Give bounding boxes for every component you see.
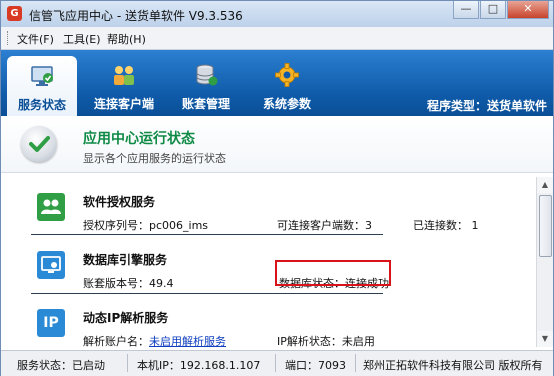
banner-title: 应用中心运行状态 (83, 131, 195, 147)
database-engine-icon (37, 251, 65, 279)
banner-subtitle: 显示各个应用服务的运行状态 (83, 152, 226, 165)
database-icon (196, 64, 218, 86)
enable-resolve-link[interactable]: 未启用解析服务 (149, 335, 226, 347)
scroll-down-arrow-icon[interactable]: ▼ (537, 331, 553, 347)
title-bar[interactable]: G 信管飞应用中心 - 送货单软件 V9.3.536 — □ ✕ (1, 1, 553, 27)
service-dynamic-ip: IP 动态IP解析服务 解析账户名：未启用解析服务 IP解析状态：未启用 (3, 301, 535, 347)
minimize-button[interactable]: — (453, 1, 479, 19)
statusbar-separator (355, 354, 356, 372)
max-clients: 可连接客户端数：3 (277, 219, 372, 232)
scroll-thumb[interactable] (539, 195, 552, 257)
ip-resolve-status: IP解析状态：未启用 (277, 335, 375, 347)
vertical-scrollbar[interactable]: ▲ ▼ (536, 177, 553, 347)
service-database: 数据库引擎服务 账套版本号：49.4 数据库状态：连接成功 (3, 243, 535, 299)
tab-label: 连接客户端 (93, 97, 154, 111)
header-toolbar: 服务状态 连接客户端 账套管理 系统参数 程序类型：送货单软件 (1, 50, 553, 116)
divider (31, 234, 383, 235)
tab-label: 系统参数 (262, 97, 311, 111)
tab-accounts[interactable]: 账套管理 (171, 50, 241, 116)
statusbar-separator (127, 354, 128, 372)
connected-count: 已连接数： 1 (413, 219, 479, 232)
gear-icon (275, 63, 299, 87)
service-title: 动态IP解析服务 (83, 311, 169, 325)
menu-tools[interactable]: 工具(E) (63, 31, 101, 47)
window-title: 信管飞应用中心 - 送货单软件 V9.3.536 (29, 9, 243, 23)
divider (31, 293, 383, 294)
tab-label: 账套管理 (181, 97, 230, 111)
maximize-button[interactable]: □ (480, 1, 506, 19)
tab-label: 服务状态 (17, 98, 66, 112)
tab-clients[interactable]: 连接客户端 (89, 50, 159, 116)
window-controls: — □ ✕ (452, 1, 549, 21)
service-state: 服务状态：已启动 (17, 359, 105, 372)
scroll-up-arrow-icon[interactable]: ▲ (537, 177, 553, 193)
highlight-box (275, 260, 391, 286)
status-bar: 服务状态：已启动 本机IP：192.168.1.107 端口：7093 郑州正拓… (1, 350, 553, 376)
resolve-account-label: 解析账户名： (83, 335, 149, 347)
menu-file[interactable]: 文件(F) (17, 31, 54, 47)
menu-grip (7, 31, 10, 45)
close-button[interactable]: ✕ (507, 1, 549, 19)
menu-help[interactable]: 帮助(H) (107, 31, 146, 47)
ip-icon: IP (37, 309, 65, 337)
tab-system-params[interactable]: 系统参数 (252, 50, 322, 116)
local-ip: 本机IP：192.168.1.107 (137, 359, 261, 372)
copyright: 郑州正拓软件科技有限公司 版权所有 (363, 359, 543, 372)
status-banner: 应用中心运行状态 显示各个应用服务的运行状态 (1, 116, 553, 173)
service-list[interactable]: 软件授权服务 授权序列号：pc006_ims 可连接客户端数：3 已连接数： 1… (3, 177, 535, 347)
service-title: 软件授权服务 (83, 195, 156, 209)
monitor-check-icon (31, 66, 53, 86)
menu-bar: 文件(F) 工具(E) 帮助(H) (1, 27, 553, 50)
app-logo-icon: G (7, 6, 22, 21)
service-license: 软件授权服务 授权序列号：pc006_ims 可连接客户端数：3 已连接数： 1 (3, 185, 535, 241)
check-icon (21, 126, 57, 162)
statusbar-separator (275, 354, 276, 372)
users-icon (114, 66, 134, 85)
port: 端口：7093 (285, 359, 346, 372)
group-users-icon (37, 193, 65, 221)
service-title: 数据库引擎服务 (83, 253, 168, 267)
license-serial: 授权序列号：pc006_ims (83, 219, 209, 232)
tab-service-status[interactable]: 服务状态 (7, 56, 77, 116)
account-version: 账套版本号：49.4 (83, 277, 174, 290)
app-window: G 信管飞应用中心 - 送货单软件 V9.3.536 — □ ✕ 文件(F) 工… (0, 0, 554, 376)
resolve-account: 解析账户名：未启用解析服务 (83, 333, 226, 347)
program-type: 程序类型：送货单软件 (426, 99, 547, 113)
